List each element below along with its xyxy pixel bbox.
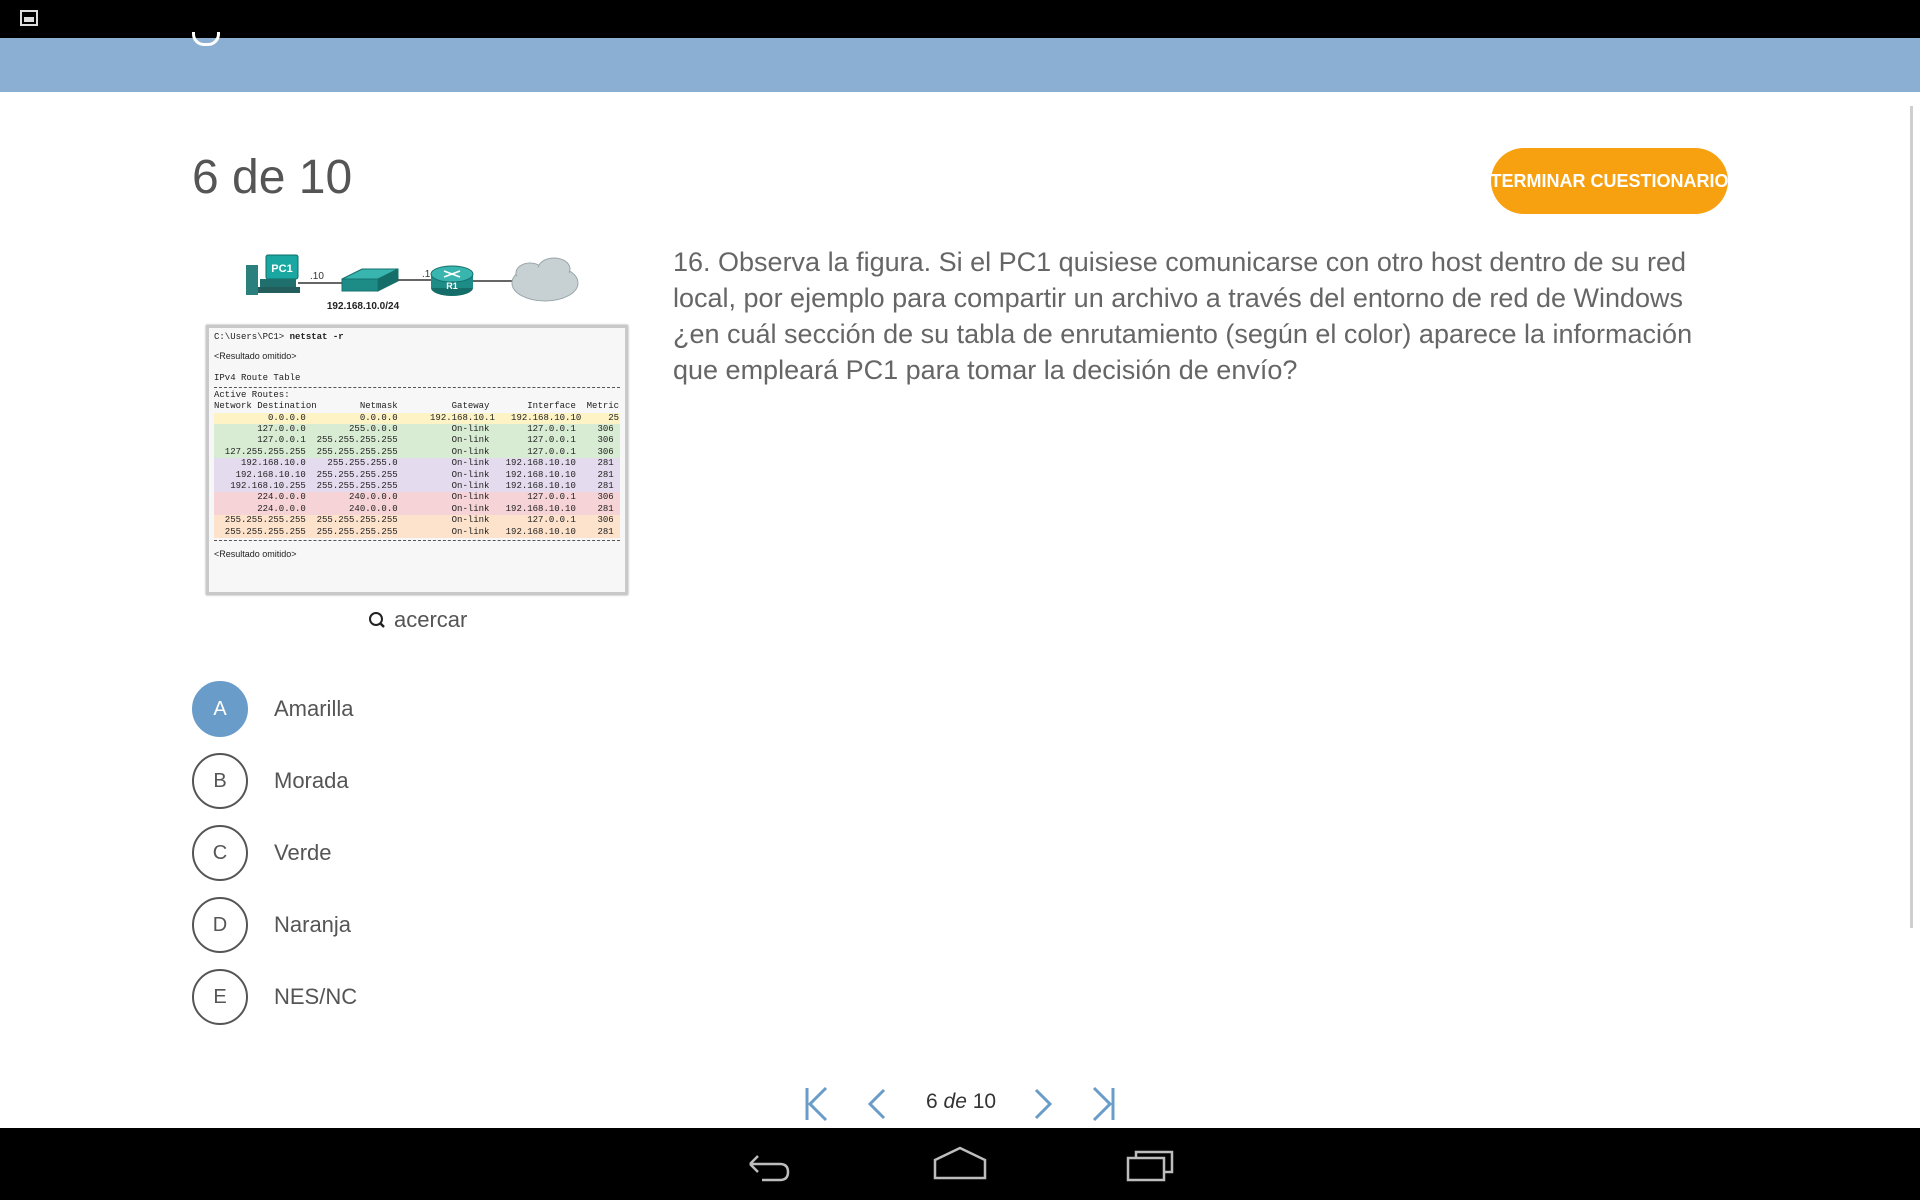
question-figure[interactable]: PC1 .10 .1 R1 192.168.10.0/24 C:\Users\P… [192,245,652,595]
omitted-note-bottom: <Resultado omitido> [214,549,297,560]
previous-page-icon[interactable] [860,1082,894,1126]
question-counter: 6 de 10 [192,151,353,204]
status-bar [0,0,1920,38]
option-letter[interactable]: C [192,825,248,881]
route-row-orange: 255.255.255.255 255.255.255.255 On-link … [214,526,620,539]
command-line: C:\Users\PC1> netstat -r [214,332,620,343]
route-row-green: 127.255.255.255 255.255.255.255 On-link … [214,446,620,459]
option-label[interactable]: Amarilla [274,696,353,722]
table-header: Network Destination Netmask Gateway Inte… [214,401,620,412]
pc-icon [246,254,300,295]
next-page-icon[interactable] [1026,1082,1060,1126]
route-row-purple: 192.168.10.0 255.255.255.0 On-link 192.1… [214,458,620,470]
recent-apps-icon[interactable] [1124,1142,1180,1186]
option-label[interactable]: Verde [274,840,332,866]
answer-option-e[interactable]: E NES/NC [192,968,357,1026]
table-title: IPv4 Route Table [214,373,301,384]
page-indicator: 6 de 10 [926,1090,996,1114]
image-notification-icon [20,10,38,26]
pagination: 6 de 10 [800,1082,1120,1126]
route-table-image: C:\Users\PC1> netstat -r <Resultado omit… [206,325,628,595]
separator [214,386,620,388]
app-logo-icon[interactable] [192,32,220,46]
network-diagram: PC1 .10 .1 R1 192.168.10.0/24 [246,254,579,312]
router-label: R1 [446,281,458,291]
zoom-label: acercar [394,607,468,632]
active-routes-label: Active Routes: [214,389,290,400]
option-letter[interactable]: E [192,969,248,1025]
omitted-note-top: <Resultado omitido> [214,351,297,362]
answer-options: A Amarilla B Morada C Verde D Naranja E … [192,680,357,1040]
option-letter[interactable]: B [192,753,248,809]
option-label[interactable]: Naranja [274,912,351,938]
pc-address-suffix: .10 [310,271,324,282]
answer-option-b[interactable]: B Morada [192,752,357,810]
page-separator: de [943,1090,967,1113]
home-icon[interactable] [932,1142,988,1186]
answer-option-a[interactable]: A Amarilla [192,680,357,738]
question-text: 16. Observa la figura. Si el PC1 quisies… [673,247,1693,385]
option-label[interactable]: Morada [274,768,349,794]
route-row-red: 224.0.0.0 240.0.0.0 On-link 127.0.0.1 30… [214,492,620,504]
route-row-yellow: 0.0.0.0 0.0.0.0 192.168.10.1 192.168.10.… [214,412,620,425]
zoom-link[interactable]: acercar [368,607,467,633]
total-pages: 10 [972,1090,997,1113]
route-row-purple: 192.168.10.10 255.255.255.255 On-link 19… [214,469,620,482]
answer-option-d[interactable]: D Naranja [192,896,357,954]
answer-option-c[interactable]: C Verde [192,824,357,882]
pc-label: PC1 [271,263,292,275]
route-row-red: 224.0.0.0 240.0.0.0 On-link 192.168.10.1… [214,503,620,516]
router-address-suffix: .1 [422,269,431,280]
network-label: 192.168.10.0/24 [327,301,400,312]
last-page-icon[interactable] [1086,1082,1120,1126]
separator [214,540,620,542]
cloud-icon [511,257,579,302]
route-row-green: 127.0.0.1 255.255.255.255 On-link 127.0.… [214,435,620,447]
search-icon [369,612,385,628]
back-icon[interactable] [740,1142,796,1186]
option-label[interactable]: NES/NC [274,984,357,1010]
command-text: netstat -r [289,332,344,342]
first-page-icon[interactable] [800,1082,834,1126]
route-row-orange: 255.255.255.255 255.255.255.255 On-link … [214,515,620,527]
switch-icon [341,268,399,292]
route-row-purple: 192.168.10.255 255.255.255.255 On-link 1… [214,481,620,493]
option-letter[interactable]: A [192,681,248,737]
system-nav-bar [0,1128,1920,1200]
current-page: 6 [926,1090,938,1113]
command-prompt: C:\Users\PC1> [214,332,290,342]
scrollbar[interactable] [1910,106,1913,928]
route-row-green: 127.0.0.0 255.0.0.0 On-link 127.0.0.1 30… [214,424,620,436]
finish-quiz-button[interactable]: TERMINAR CUESTIONARIO [1491,148,1729,214]
option-letter[interactable]: D [192,897,248,953]
app-header [0,32,1920,92]
